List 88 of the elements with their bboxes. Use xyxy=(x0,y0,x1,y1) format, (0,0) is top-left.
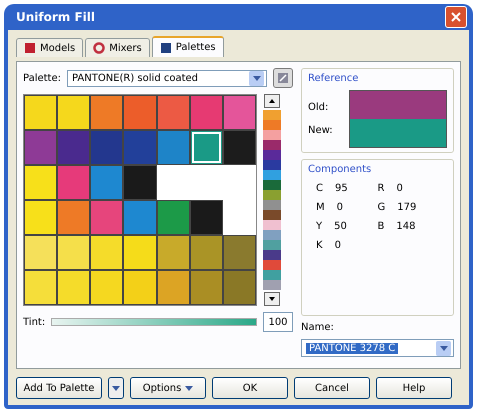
caret-icon xyxy=(185,386,194,390)
component-value: 0 xyxy=(396,183,403,194)
palette-label: Palette: xyxy=(23,72,62,84)
options-button[interactable]: Options xyxy=(130,377,206,399)
color-swatch[interactable] xyxy=(90,270,124,305)
name-dropdown[interactable]: PANTONE 3278 C xyxy=(301,339,454,357)
color-swatch[interactable] xyxy=(123,200,157,235)
component-label: M xyxy=(316,202,325,213)
color-swatch[interactable] xyxy=(123,235,157,270)
dialog-button[interactable]: Help xyxy=(376,377,452,399)
color-swatch[interactable] xyxy=(190,130,223,165)
palette-icon xyxy=(160,42,172,54)
tab[interactable]: Palettes xyxy=(152,36,224,57)
component-value: 179 xyxy=(397,202,416,213)
color-swatch[interactable] xyxy=(123,165,157,200)
palette-dropdown[interactable]: PANTONE(R) solid coated xyxy=(67,70,267,86)
close-icon xyxy=(451,12,461,22)
color-swatch[interactable] xyxy=(90,165,124,200)
color-swatch[interactable] xyxy=(123,95,157,130)
component-value: 148 xyxy=(396,221,416,232)
color-swatch[interactable] xyxy=(222,95,256,130)
tab[interactable]: Mixers xyxy=(85,38,150,57)
color-swatch[interactable] xyxy=(90,235,124,270)
color-swatch[interactable] xyxy=(156,270,190,305)
color-swatch[interactable] xyxy=(90,95,124,130)
color-swatch[interactable] xyxy=(57,95,90,130)
scroll-up-button[interactable] xyxy=(264,94,280,108)
palette-editor-button[interactable] xyxy=(273,68,293,88)
color-swatch[interactable] xyxy=(24,130,58,165)
color-swatch[interactable] xyxy=(57,270,90,305)
color-swatch[interactable] xyxy=(156,200,190,235)
component-value: 50 xyxy=(334,221,347,232)
color-swatch[interactable] xyxy=(24,235,58,270)
component-label: K xyxy=(316,240,323,251)
group-title: Reference xyxy=(308,73,360,84)
color-swatch[interactable] xyxy=(222,270,256,305)
color-swatch[interactable] xyxy=(156,235,190,270)
color-swatch[interactable] xyxy=(57,130,90,165)
group-title: Components xyxy=(308,164,372,175)
window-title: Uniform Fill xyxy=(16,10,96,24)
color-swatch[interactable] xyxy=(156,95,190,130)
color-swatch[interactable] xyxy=(123,270,157,305)
caret-icon xyxy=(252,76,260,80)
dialog-button[interactable]: Cancel xyxy=(294,377,370,399)
color-swatch[interactable] xyxy=(90,200,124,235)
cube-icon xyxy=(24,42,36,54)
scroll-down-button[interactable] xyxy=(264,292,280,306)
color-swatch[interactable] xyxy=(222,235,256,270)
caret-icon xyxy=(440,346,448,350)
tint-slider[interactable] xyxy=(51,318,257,326)
close-button[interactable] xyxy=(445,6,467,28)
preview-label: New: xyxy=(308,125,333,136)
component-value: 0 xyxy=(334,240,341,251)
component-label: C xyxy=(316,183,323,194)
component-label: G xyxy=(378,202,386,213)
component-value: 95 xyxy=(334,183,348,194)
color-swatch[interactable] xyxy=(190,200,223,235)
color-swatch[interactable] xyxy=(57,200,90,235)
color-swatch[interactable] xyxy=(156,130,190,165)
component-label: Y xyxy=(316,221,322,232)
component-label: B xyxy=(378,221,384,232)
component-label: R xyxy=(378,183,384,194)
color-swatch[interactable] xyxy=(57,165,90,200)
color-swatch[interactable] xyxy=(190,95,223,130)
color-swatch[interactable] xyxy=(24,95,58,130)
color-swatch[interactable] xyxy=(190,235,223,270)
caret-icon xyxy=(112,386,120,390)
tab[interactable]: Models xyxy=(16,38,84,57)
ring-icon xyxy=(93,42,106,54)
pencil-icon xyxy=(277,72,289,84)
color-swatch[interactable] xyxy=(90,130,124,165)
dialog-button[interactable]: OK xyxy=(212,377,288,399)
dropdown-button[interactable] xyxy=(108,377,124,399)
color-swatch[interactable] xyxy=(24,200,58,235)
down-arrow-icon xyxy=(269,297,275,301)
color-swatch[interactable] xyxy=(222,130,256,165)
color-swatch[interactable] xyxy=(123,130,157,165)
tint-value-field[interactable]: 100 xyxy=(263,312,293,332)
preview-label: Old: xyxy=(308,102,330,113)
color-swatch[interactable] xyxy=(24,165,58,200)
tint-label: Tint: xyxy=(23,316,46,328)
add-to-palette-button[interactable]: Add To Palette xyxy=(16,377,102,399)
component-value: 0 xyxy=(336,202,344,213)
color-swatch[interactable] xyxy=(190,270,223,305)
color-swatch[interactable] xyxy=(57,235,90,270)
color-swatch[interactable] xyxy=(24,270,58,305)
up-arrow-icon xyxy=(269,99,275,103)
name-label: Name: xyxy=(301,322,335,333)
